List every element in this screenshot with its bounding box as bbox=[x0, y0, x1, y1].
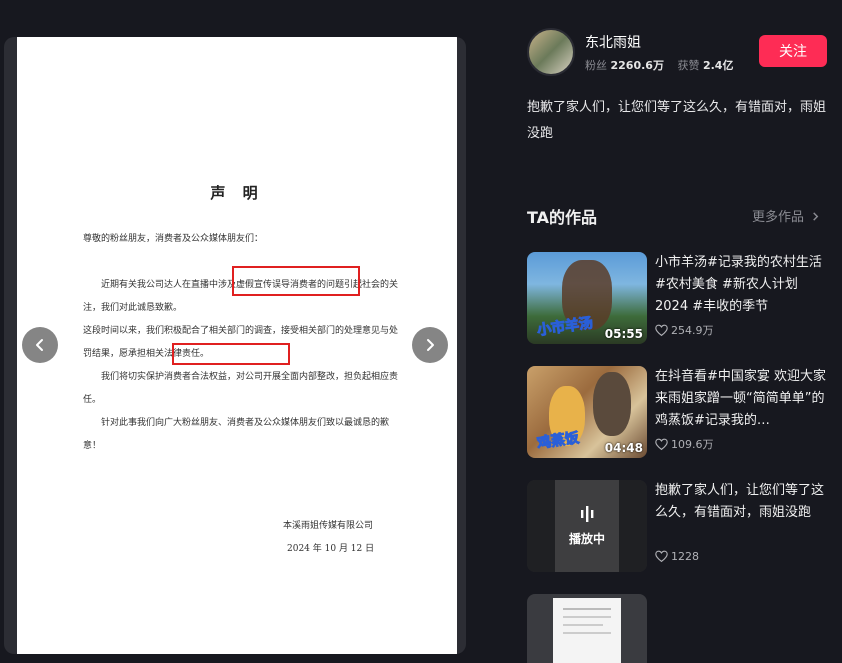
statement-document: 声 明 尊敬的粉丝朋友，消费者及公众媒体朋友们： 近期有关我公司达人在直播中涉及… bbox=[17, 37, 457, 654]
author-avatar[interactable] bbox=[527, 28, 575, 76]
document-salutation: 尊敬的粉丝朋友，消费者及公众媒体朋友们： bbox=[83, 234, 264, 244]
highlight-box-false-advertising bbox=[232, 266, 360, 296]
image-viewer: 声 明 尊敬的粉丝朋友，消费者及公众媒体朋友们： 近期有关我公司达人在直播中涉及… bbox=[4, 37, 466, 654]
work-thumbnail[interactable]: 鸡蒸饭 04:48 bbox=[527, 366, 647, 458]
work-thumbnail[interactable]: 播放中 bbox=[527, 480, 647, 572]
work-duration: 05:55 bbox=[604, 327, 643, 341]
fans-count: 2260.6万 bbox=[610, 59, 664, 72]
post-description: 抱歉了家人们，让您们等了这么久，有错面对，雨姐没跑 bbox=[527, 100, 827, 141]
thumbnail-document bbox=[553, 598, 621, 663]
thumbnail-text-line bbox=[563, 624, 603, 626]
work-likes-count: 109.6万 bbox=[671, 438, 714, 451]
document-title: 声 明 bbox=[210, 184, 264, 202]
fans-label: 粉丝 bbox=[585, 59, 607, 72]
work-likes: 1228 bbox=[655, 550, 699, 563]
work-item-playing[interactable]: 播放中 抱歉了家人们，让您们等了这么久，有错面对，雨姐没跑 1228 bbox=[527, 480, 827, 572]
chevron-right-small-icon bbox=[813, 212, 819, 221]
likes-label: 获赞 bbox=[677, 59, 700, 72]
previous-image-button[interactable] bbox=[22, 327, 58, 363]
thumbnail-overlay bbox=[527, 480, 647, 572]
document-date: 2024 年 10 月 12 日 bbox=[287, 544, 375, 554]
work-title[interactable]: 抱歉了家人们，让您们等了这么久，有错面对，雨姐没跑 bbox=[655, 480, 829, 546]
more-works-link[interactable]: 更多作品 bbox=[752, 206, 820, 225]
heart-icon bbox=[655, 324, 668, 336]
work-item[interactable]: 鸡蒸饭 04:48 在抖音看#中国家宴 欢迎大家来雨姐家蹭一顿“简简单单”的鸡蒸… bbox=[527, 366, 827, 458]
highlight-box-legal-responsibility bbox=[172, 343, 290, 365]
work-likes-count: 254.9万 bbox=[671, 324, 714, 337]
work-item[interactable] bbox=[527, 594, 827, 663]
page: 声 明 尊敬的粉丝朋友，消费者及公众媒体朋友们： 近期有关我公司达人在直播中涉及… bbox=[0, 0, 842, 663]
heart-icon bbox=[655, 550, 668, 563]
thumbnail-text-line bbox=[563, 616, 611, 618]
playing-bars-icon bbox=[581, 506, 594, 522]
heart-icon bbox=[655, 438, 668, 450]
work-thumbnail[interactable] bbox=[527, 594, 647, 663]
work-title[interactable]: 在抖音看#中国家宴 欢迎大家来雨姐家蹭一顿“简简单单”的鸡蒸饭#记录我的… bbox=[655, 366, 829, 432]
document-company: 本溪雨姐传媒有限公司 bbox=[283, 521, 374, 531]
thumbnail-caption: 鸡蒸饭 bbox=[536, 430, 581, 453]
likes-count: 2.4亿 bbox=[702, 59, 734, 72]
work-item[interactable]: 小市羊汤 05:55 小市羊汤#记录我的农村生活 #农村美食 #新农人计划202… bbox=[527, 252, 827, 344]
work-likes-count: 1228 bbox=[671, 550, 699, 563]
thumbnail-text-line bbox=[563, 608, 611, 610]
author-stats: 粉丝 2260.6万 获赞 2.4亿 bbox=[585, 57, 743, 73]
work-likes: 109.6万 bbox=[655, 436, 714, 452]
work-title[interactable]: 小市羊汤#记录我的农村生活 #农村美食 #新农人计划2024 #丰收的季节 bbox=[655, 252, 829, 318]
document-paragraph-3: 我们将切实保护消费者合法权益，对公司开展全面内部整改，担负起相应责任。 bbox=[83, 372, 399, 405]
chevron-right-icon bbox=[427, 339, 434, 351]
next-image-button[interactable] bbox=[412, 327, 448, 363]
more-works-label: 更多作品 bbox=[752, 210, 805, 225]
thumbnail-caption: 小市羊汤 bbox=[536, 315, 595, 340]
author-name[interactable]: 东北雨姐 bbox=[585, 32, 641, 52]
thumbnail-figure bbox=[593, 372, 631, 436]
chevron-left-icon bbox=[36, 339, 43, 351]
document-paragraph-4: 针对此事我们向广大粉丝朋友、消费者及公众媒体朋友们致以最诚恳的歉意！ bbox=[83, 418, 390, 451]
follow-button[interactable]: 关注 bbox=[759, 35, 827, 67]
playing-status: 播放中 bbox=[568, 532, 605, 546]
work-likes: 254.9万 bbox=[655, 322, 714, 338]
work-duration: 04:48 bbox=[604, 441, 643, 455]
works-section-title: TA的作品 bbox=[527, 208, 598, 227]
work-thumbnail[interactable]: 小市羊汤 05:55 bbox=[527, 252, 647, 344]
thumbnail-text-line bbox=[563, 632, 611, 634]
